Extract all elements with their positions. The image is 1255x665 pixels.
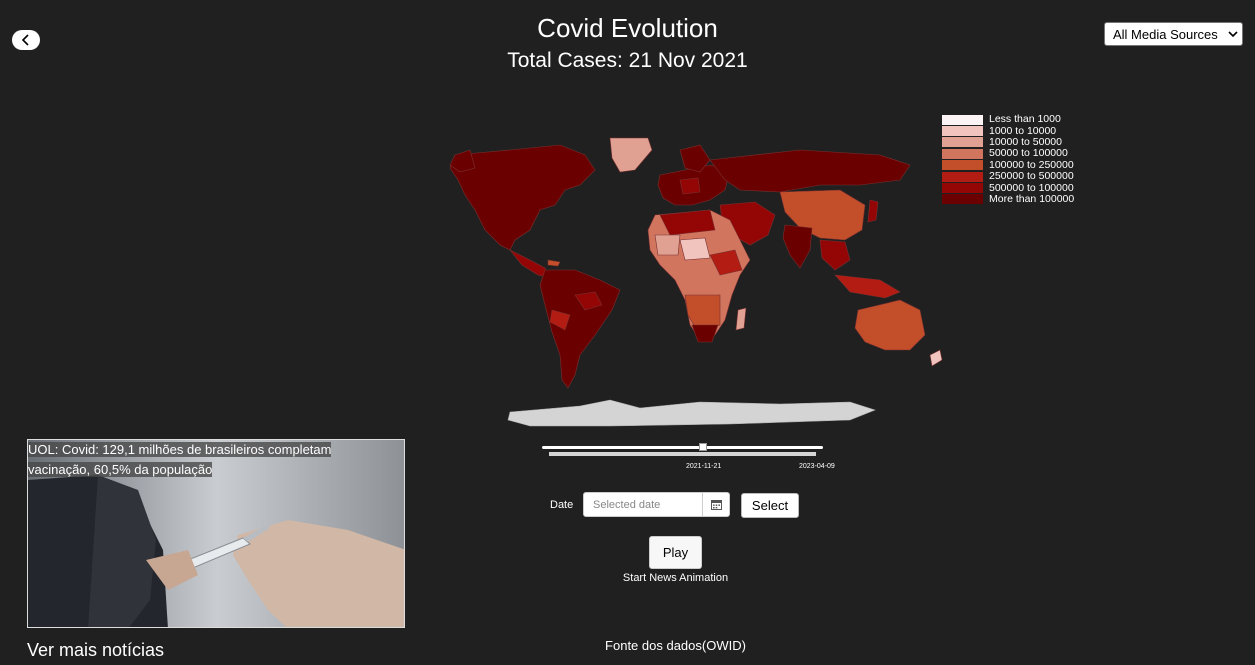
calendar-icon[interactable] [702, 493, 729, 516]
legend-label: More than 100000 [989, 192, 1075, 205]
page-title: Covid Evolution [537, 13, 718, 43]
legend-item: Less than 1000 [942, 114, 1074, 125]
date-placeholder: Selected date [593, 498, 661, 511]
legend-swatch [942, 160, 983, 171]
legend-swatch [942, 114, 983, 125]
legend-label: Less than 1000 [989, 113, 1061, 126]
region-india [782, 224, 813, 269]
play-button[interactable]: Play [649, 536, 702, 569]
legend-label: 500000 to 100000 [989, 181, 1074, 194]
slider-current-date: 2021-11-21 [686, 463, 722, 470]
legend-item: 250000 to 500000 [942, 171, 1074, 182]
region-greenland [609, 137, 653, 173]
legend-label: 50000 to 100000 [989, 147, 1068, 160]
region-russia [709, 149, 911, 193]
legend-item: 50000 to 100000 [942, 148, 1074, 159]
data-source-link[interactable]: Fonte dos dados(OWID) [0, 638, 1255, 653]
date-label: Date [550, 499, 574, 511]
legend-swatch [942, 171, 983, 182]
legend-swatch [942, 194, 983, 205]
slider-end-date: 2023-04-09 [799, 463, 835, 470]
world-map[interactable] [380, 110, 980, 440]
play-caption: Start News Animation [622, 572, 729, 584]
news-card[interactable]: UOL: Covid: 129,1 milhões de brasileiros… [27, 439, 405, 628]
region-antarctica [507, 399, 876, 427]
legend-swatch [942, 126, 983, 137]
media-source-value: All Media Sources [1113, 26, 1218, 42]
slider-handle[interactable] [699, 443, 707, 451]
media-source-select[interactable]: All Media Sources [1104, 22, 1243, 46]
date-input[interactable]: Selected date [583, 492, 730, 517]
legend-item: More than 100000 [942, 192, 1075, 205]
legend-label: 100000 to 250000 [989, 158, 1074, 171]
region-south-america [539, 269, 621, 389]
legend-swatch [942, 137, 983, 148]
map-legend: Less than 1000 1000 to 10000 10000 to 5000… [942, 114, 1074, 205]
legend-label: 250000 to 500000 [989, 170, 1074, 183]
date-slider[interactable]: 2021-11-21 2023-04-09 [542, 440, 842, 476]
slider-axis [549, 452, 816, 456]
legend-label: 1000 to 10000 [989, 124, 1057, 137]
legend-swatch [942, 183, 983, 194]
slider-track[interactable] [542, 446, 823, 449]
legend-swatch [942, 148, 983, 159]
page-subtitle: Total Cases: 21 Nov 2021 [507, 49, 748, 72]
select-button[interactable]: Select [741, 493, 799, 518]
news-headline[interactable]: UOL: Covid: 129,1 milhões de brasileiros… [28, 440, 358, 480]
chevron-down-icon [1228, 31, 1238, 38]
region-australia [854, 299, 926, 351]
legend-label: 10000 to 50000 [989, 135, 1062, 148]
